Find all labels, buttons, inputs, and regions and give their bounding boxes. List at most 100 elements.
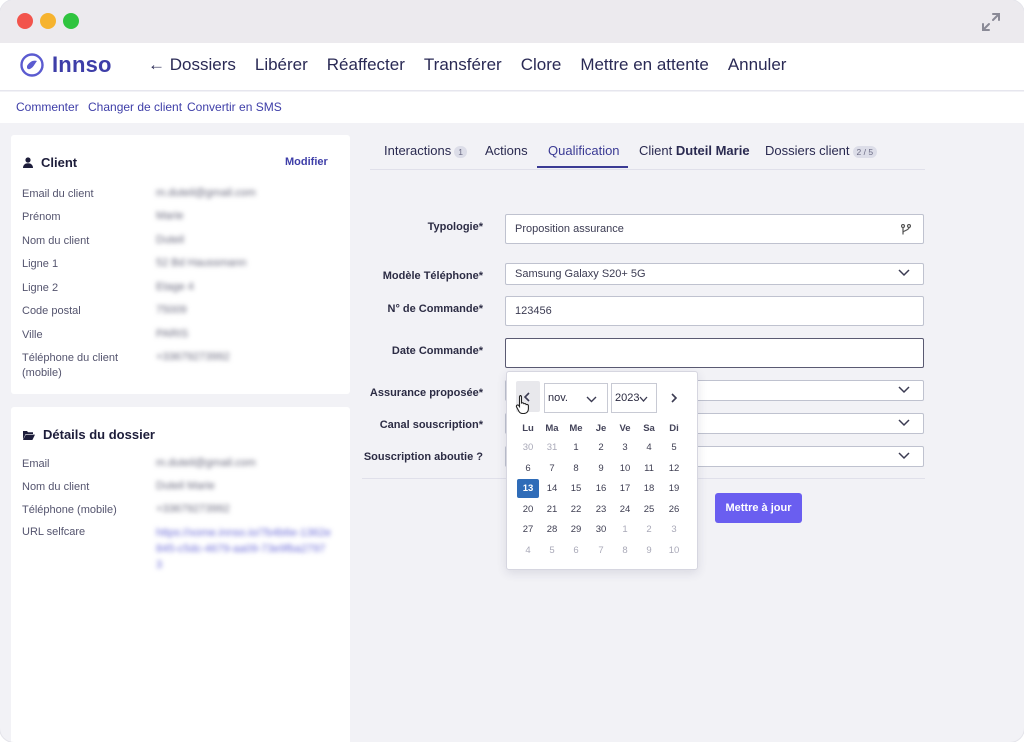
weekday-label: Je [595, 423, 607, 434]
dossier-nom-label: Nom du client [22, 481, 90, 493]
tab-dossiers-client-badge: 2 / 5 [852, 145, 878, 158]
calendar-day[interactable]: 7 [541, 459, 563, 478]
calendar-day[interactable]: 29 [565, 520, 587, 539]
expand-icon[interactable] [980, 11, 1002, 33]
client-telephone-value: +33679273992 [156, 351, 230, 363]
next-month-button[interactable] [667, 388, 681, 408]
weekday-label: Me [569, 423, 583, 434]
mettre-en-attente-button[interactable]: Mettre en attente [580, 55, 709, 75]
transferer-button[interactable]: Transférer [424, 55, 502, 75]
calendar-day[interactable]: 6 [565, 541, 587, 560]
calendar-day[interactable]: 3 [614, 438, 636, 457]
calendar-day[interactable]: 9 [590, 459, 612, 478]
tab-qualification[interactable]: Qualification [548, 143, 620, 158]
dossier-telephone-value: +33679273992 [156, 503, 230, 515]
client-prenom-value: Marie [156, 210, 184, 222]
dossier-telephone-label: Téléphone (mobile) [22, 504, 117, 516]
calendar-day[interactable]: 31 [541, 438, 563, 457]
clore-button[interactable]: Clore [521, 55, 562, 75]
mettre-a-jour-button[interactable]: Mettre à jour [715, 493, 802, 523]
hand-pointer-icon [515, 394, 529, 414]
typologie-label: Typologie* [427, 221, 483, 233]
calendar-day[interactable]: 2 [638, 520, 660, 539]
calendar-day[interactable]: 10 [614, 459, 636, 478]
liberer-button[interactable]: Libérer [255, 55, 308, 75]
calendar-day[interactable]: 4 [638, 438, 660, 457]
tab-client[interactable]: Client Duteil Marie [639, 143, 750, 158]
selected-day[interactable]: 13 [517, 479, 539, 498]
date-picker-popup: nov. 2023 Lu Ma Me Je Ve Sa Di 30 31 1 2 3 4 5 6 7 8 9 10… [506, 371, 698, 570]
calendar-day[interactable]: 1 [614, 520, 636, 539]
calendar-day[interactable]: 11 [638, 459, 660, 478]
calendar-day[interactable]: 6 [517, 459, 539, 478]
typologie-value: Proposition assurance [515, 223, 624, 235]
modele-telephone-select[interactable]: Samsung Galaxy S20+ 5G [505, 263, 924, 285]
qualification-tabs: Interactions 1 Actions Qualification Clie… [370, 136, 925, 170]
tab-actions[interactable]: Actions [485, 143, 528, 158]
client-telephone-label: Téléphone du client (mobile) [22, 352, 119, 379]
calendar-day[interactable]: 10 [663, 541, 685, 560]
action-toolbar: ← Dossiers Libérer Réaffecter Transférer… [148, 55, 805, 75]
date-commande-label: Date Commande* [391, 345, 483, 357]
client-ville-label: Ville [22, 329, 43, 341]
calendar-day[interactable]: 8 [565, 459, 587, 478]
tab-interactions[interactable]: Interactions 1 [384, 143, 467, 158]
calendar-day[interactable]: 14 [541, 479, 563, 498]
calendar-day[interactable]: 4 [517, 541, 539, 560]
month-select[interactable]: nov. [544, 383, 608, 413]
tab-dossiers-client-label: Dossiers client [765, 143, 850, 158]
calendar-day[interactable]: 23 [590, 500, 612, 519]
reaffecter-button[interactable]: Réaffecter [327, 55, 405, 75]
calendar-day[interactable]: 8 [614, 541, 636, 560]
calendar-day[interactable]: 18 [638, 479, 660, 498]
numero-commande-input[interactable]: 123456 [505, 296, 924, 326]
calendar-day[interactable]: 9 [638, 541, 660, 560]
calendar-day[interactable]: 24 [614, 500, 636, 519]
logo-icon [20, 53, 44, 77]
calendar-day[interactable]: 5 [663, 438, 685, 457]
nav-dossiers-link[interactable]: ← Dossiers [148, 55, 236, 75]
calendar-day[interactable]: 22 [565, 500, 587, 519]
calendar-day[interactable]: 25 [638, 500, 660, 519]
calendar-day[interactable]: 27 [517, 520, 539, 539]
client-nom-value: Duteil [156, 234, 185, 246]
tab-dossiers-client[interactable]: Dossiers client 2 / 5 [765, 143, 878, 158]
calendar-day[interactable]: 30 [590, 520, 612, 539]
calendar-day[interactable]: 15 [565, 479, 587, 498]
minimize-window-button[interactable] [40, 13, 56, 29]
calendar-day[interactable]: 30 [517, 438, 539, 457]
app-logo[interactable]: Innso [20, 52, 112, 78]
convertir-en-sms-link[interactable]: Convertir en SMS [187, 100, 282, 114]
calendar-day[interactable]: 26 [663, 500, 685, 519]
calendar-day[interactable]: 3 [663, 520, 685, 539]
commenter-link[interactable]: Commenter [16, 100, 79, 114]
calendar-day[interactable]: 1 [565, 438, 587, 457]
calendar-day[interactable]: 17 [614, 479, 636, 498]
changer-de-client-link[interactable]: Changer de client [88, 100, 182, 114]
year-select[interactable]: 2023 [611, 383, 657, 413]
calendar-day[interactable]: 19 [663, 479, 685, 498]
modifier-client-button[interactable]: Modifier [285, 156, 328, 168]
user-icon [23, 157, 33, 168]
calendar-day[interactable]: 16 [590, 479, 612, 498]
maximize-window-button[interactable] [63, 13, 79, 29]
modele-telephone-value: Samsung Galaxy S20+ 5G [515, 268, 646, 280]
calendar-day[interactable]: 5 [541, 541, 563, 560]
dossier-email-value: m.duteil@gmail.com [156, 457, 256, 469]
calendar-day[interactable]: 7 [590, 541, 612, 560]
modele-telephone-label: Modèle Téléphone* [382, 270, 483, 282]
nav-dossiers-label: Dossiers [169, 55, 236, 74]
calendar-day[interactable]: 12 [663, 459, 685, 478]
calendar-day[interactable]: 2 [590, 438, 612, 457]
annuler-button[interactable]: Annuler [728, 55, 787, 75]
top-navigation-bar: Innso ← Dossiers Libérer Réaffecter Tran… [0, 43, 1024, 91]
calendar-day[interactable]: 28 [541, 520, 563, 539]
selfcare-url-link[interactable]: https://xome.innso.io/7b4b6e-1362e845-c5… [156, 525, 331, 573]
client-code-postal-label: Code postal [22, 305, 81, 317]
date-commande-input[interactable] [505, 338, 924, 368]
weekday-label: Di [669, 423, 679, 434]
calendar-day[interactable]: 21 [541, 500, 563, 519]
typologie-field[interactable]: Proposition assurance [505, 214, 924, 244]
close-window-button[interactable] [17, 13, 33, 29]
calendar-day[interactable]: 20 [517, 500, 539, 519]
